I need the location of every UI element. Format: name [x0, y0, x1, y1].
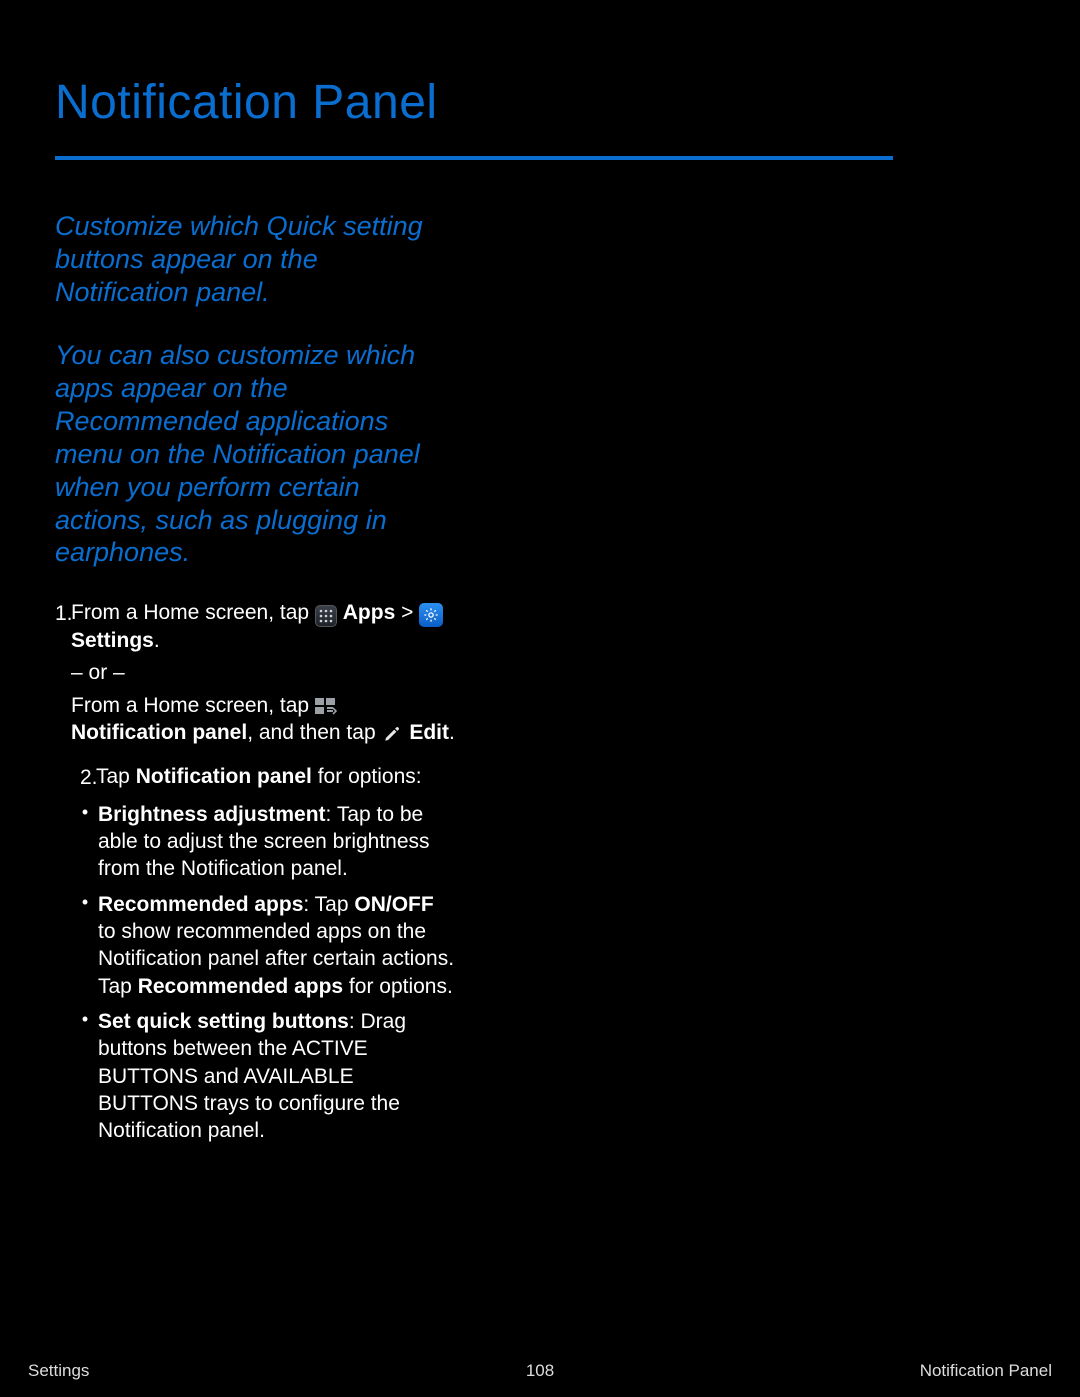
footer-page-number: 108 — [526, 1361, 554, 1381]
option-recommended-desc-1: : Tap — [303, 893, 354, 916]
step-2-part-c: for options: — [312, 765, 422, 788]
notification-panel-icon — [315, 696, 337, 718]
or-separator: – or – — [71, 659, 455, 686]
apps-grid-icon — [315, 605, 337, 627]
content-area: Notification Panel Customize which Quick… — [0, 75, 1080, 1327]
step-2-part-a: Tap — [96, 765, 136, 788]
step-1-number: 1. — [55, 599, 65, 627]
intro-paragraph-1: Customize which Quick setting buttons ap… — [55, 210, 455, 309]
step-2-notif-panel-label: Notification panel — [136, 765, 312, 788]
option-onoff-label: ON/OFF — [354, 893, 433, 916]
alt-part-5: . — [449, 721, 455, 744]
alt-edit-label: Edit — [409, 721, 449, 744]
step-1-part-e: . — [154, 629, 160, 652]
footer-right: Notification Panel — [920, 1361, 1052, 1381]
option-quick-settings: • Set quick setting buttons: Drag button… — [55, 1008, 455, 1144]
option-quick-settings-label: Set quick setting buttons — [98, 1010, 349, 1033]
edit-pencil-icon — [381, 723, 403, 745]
option-quick-settings-text: Set quick setting buttons: Drag buttons … — [98, 1008, 455, 1144]
option-recommended-label-2: Recommended apps — [138, 975, 343, 998]
page: Notification Panel Customize which Quick… — [0, 0, 1080, 1397]
page-title: Notification Panel — [55, 75, 893, 160]
alt-part-3: , and then tap — [247, 721, 381, 744]
step-1-part-c: > — [401, 601, 419, 624]
alt-notif-panel-label: Notification panel — [71, 721, 247, 744]
option-brightness: • Brightness adjustment: Tap to be able … — [55, 801, 455, 883]
option-brightness-label: Brightness adjustment — [98, 803, 326, 826]
step-2-text: Tap Notification panel for options: — [96, 763, 455, 790]
option-bullet: • — [80, 891, 90, 1000]
settings-gear-icon — [419, 603, 443, 627]
step-2: 2. Tap Notification panel for options: — [55, 757, 455, 791]
page-footer: Settings 108 Notification Panel — [0, 1345, 1080, 1397]
step-2-number: 2. — [80, 763, 90, 791]
option-brightness-text: Brightness adjustment: Tap to be able to… — [98, 801, 455, 883]
step-1-text: From a Home screen, tap Apps > — [71, 599, 455, 746]
option-bullet: • — [80, 1008, 90, 1144]
alt-part-1: From a Home screen, tap — [71, 694, 315, 717]
option-recommended-label: Recommended apps — [98, 893, 303, 916]
intro-paragraph-2: You can also customize which apps appear… — [55, 339, 455, 570]
option-recommended-desc-3: for options. — [343, 975, 453, 998]
option-recommended-text: Recommended apps: Tap ON/OFF to show rec… — [98, 891, 455, 1000]
step-1: 1. From a Home screen, tap Apps > — [55, 599, 455, 746]
step-1-settings-label: Settings — [71, 629, 154, 652]
option-recommended-apps: • Recommended apps: Tap ON/OFF to show r… — [55, 891, 455, 1000]
step-1-apps-label: Apps — [343, 601, 396, 624]
footer-left: Settings — [28, 1361, 89, 1381]
body-column: 1. From a Home screen, tap Apps > — [55, 599, 455, 1144]
step-1-part-a: From a Home screen, tap — [71, 601, 315, 624]
option-bullet: • — [80, 801, 90, 883]
